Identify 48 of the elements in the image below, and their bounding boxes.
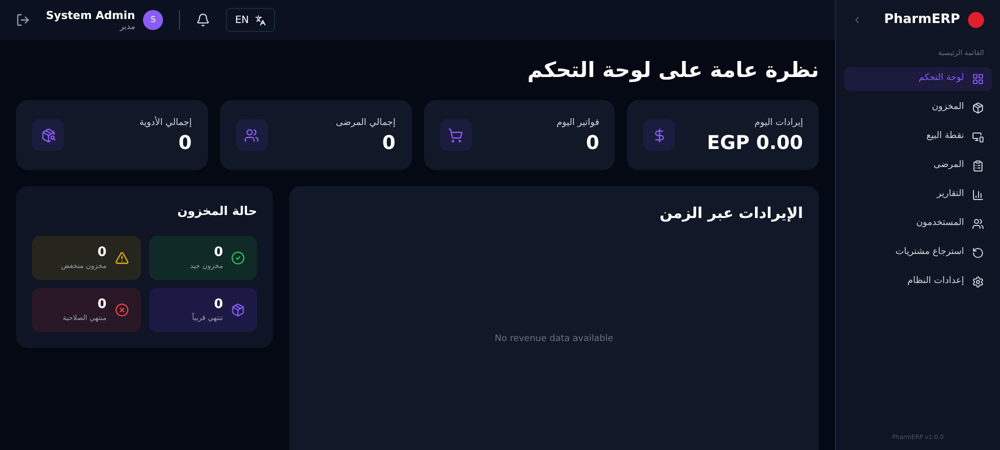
x-circle-icon bbox=[114, 303, 128, 317]
tile-value: 0 bbox=[97, 298, 106, 311]
tile-value: 0 bbox=[214, 246, 223, 259]
stat-value: 0 bbox=[178, 134, 192, 154]
user-avatar[interactable]: S bbox=[143, 10, 164, 30]
nav-item[interactable]: المرضى bbox=[844, 154, 992, 178]
nav-item[interactable]: المخزون bbox=[844, 96, 992, 120]
devices-icon bbox=[972, 130, 984, 142]
nav-item[interactable]: التقارير bbox=[844, 182, 992, 206]
nav-item[interactable]: نقطة البيع bbox=[844, 124, 992, 148]
nav-item[interactable]: استرجاع مشتريات bbox=[844, 240, 992, 264]
nav-item[interactable]: إعدادات النظام bbox=[844, 270, 992, 294]
dollar-icon bbox=[643, 119, 676, 151]
logout-icon[interactable] bbox=[16, 13, 30, 27]
stat-value: 0 bbox=[585, 134, 600, 154]
user-name: System Admin bbox=[46, 10, 136, 20]
stat-label: إجمالي الأدوية bbox=[139, 116, 192, 130]
grid-icon bbox=[972, 72, 984, 84]
panel-title: حالة المخزون bbox=[176, 203, 257, 220]
bell-icon[interactable] bbox=[196, 13, 210, 27]
page-title: نظرة عامة على لوحة التحكم bbox=[526, 56, 819, 84]
rotate-icon bbox=[972, 246, 984, 258]
check-circle-icon bbox=[231, 251, 245, 265]
box-icon bbox=[231, 303, 245, 317]
brand-name: PharmERP bbox=[884, 11, 960, 30]
stat-value: 0 bbox=[381, 134, 396, 154]
nav-item[interactable]: المستخدمون bbox=[844, 212, 992, 236]
stat-label: إجمالي المرضى bbox=[336, 116, 396, 130]
stat-label: إيرادات اليوم bbox=[754, 116, 803, 130]
users-icon bbox=[236, 119, 268, 151]
language-button[interactable]: EN bbox=[226, 8, 275, 32]
settings-icon bbox=[972, 276, 984, 288]
box-icon bbox=[972, 102, 984, 114]
users-icon bbox=[972, 218, 984, 230]
user-role: مدير bbox=[120, 22, 136, 30]
tile-value: 0 bbox=[214, 298, 223, 311]
package-search-icon bbox=[32, 119, 64, 151]
warning-icon bbox=[114, 251, 128, 265]
bar-chart-icon bbox=[972, 188, 984, 200]
tile-value: 0 bbox=[97, 246, 106, 259]
clipboard-icon bbox=[972, 160, 984, 172]
panel-title: الإيرادات عبر الزمن bbox=[658, 203, 803, 224]
stat-label: فواتير اليوم bbox=[556, 116, 600, 130]
translate-icon bbox=[254, 14, 266, 26]
stat-value: EGP 0.00 bbox=[707, 134, 803, 154]
nav-item[interactable]: لوحة التحكم bbox=[844, 66, 992, 90]
empty-message: No revenue data available bbox=[494, 332, 614, 346]
cart-icon bbox=[440, 119, 472, 151]
